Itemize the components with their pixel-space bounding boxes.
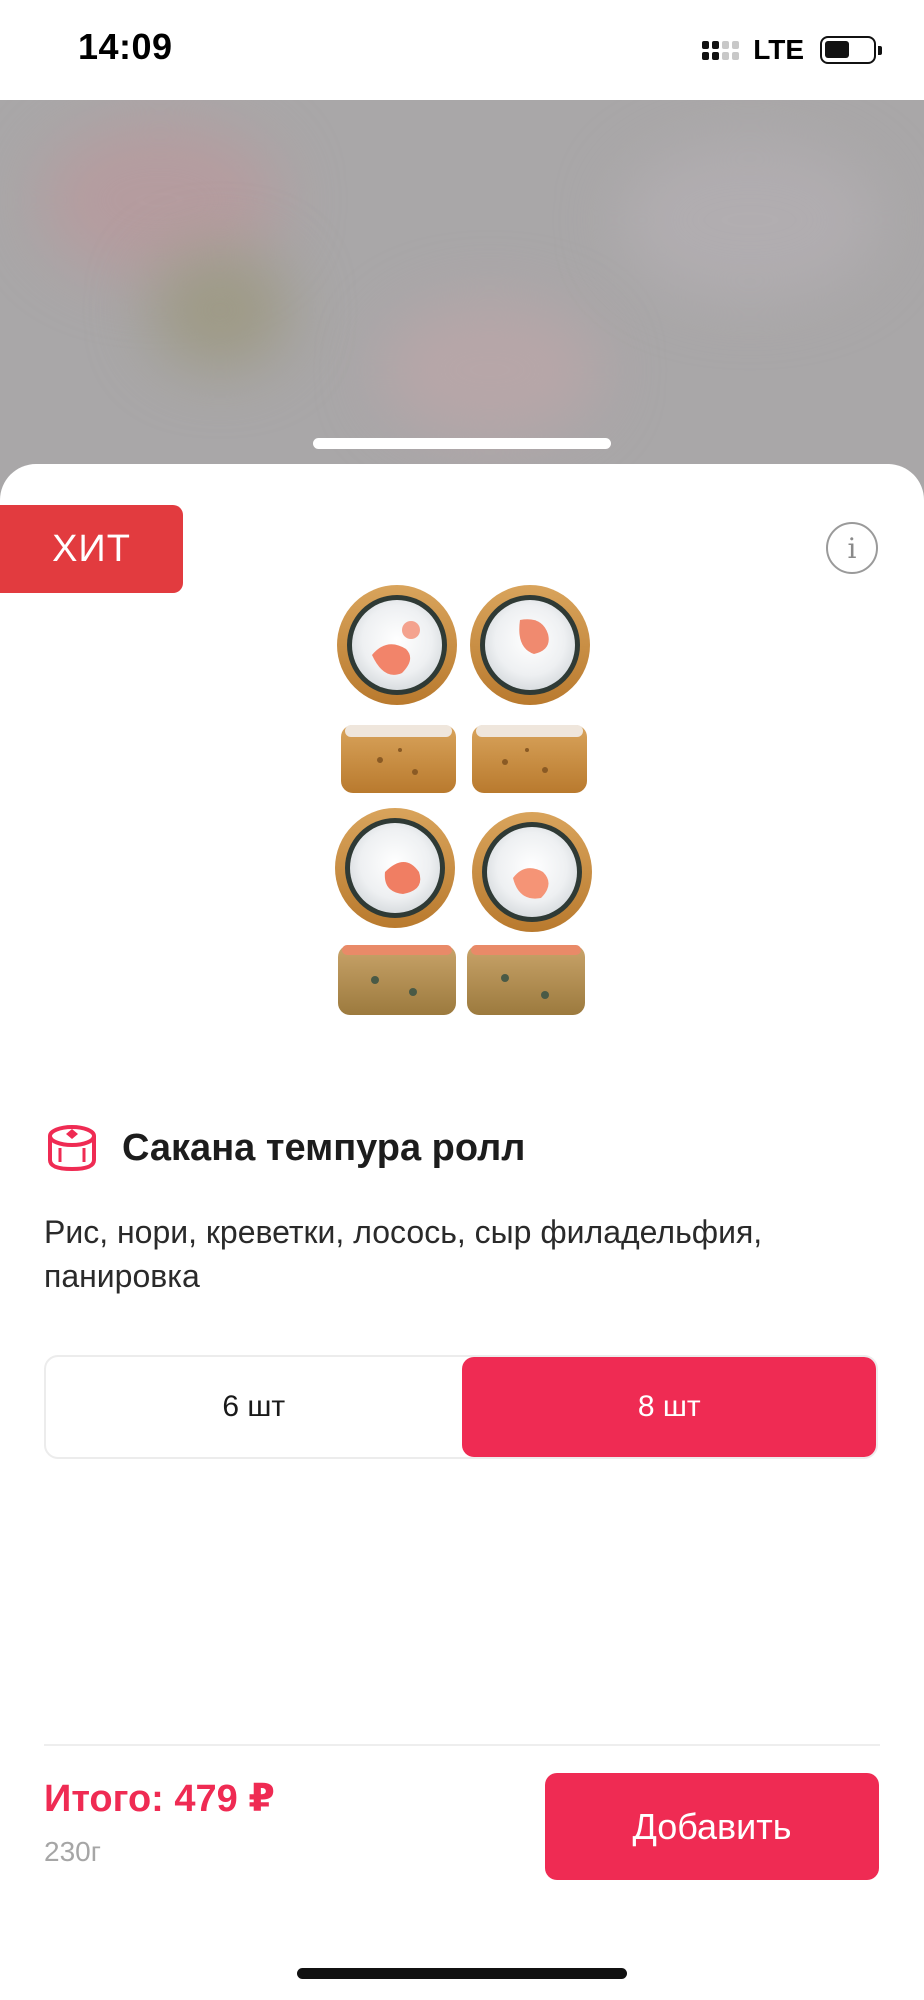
roll-piece-1 <box>337 585 457 705</box>
sheet-grabber[interactable] <box>313 438 611 449</box>
signal-icon <box>702 40 740 60</box>
status-indicators: LTE <box>702 34 882 66</box>
roll-piece-8 <box>467 945 585 1015</box>
roll-piece-2 <box>470 585 590 705</box>
roll-piece-7 <box>338 945 456 1015</box>
status-bar: 14:09 LTE <box>0 0 924 100</box>
product-title: Сакана темпура ролл <box>122 1126 526 1169</box>
info-icon[interactable]: i <box>826 522 878 574</box>
home-indicator[interactable] <box>297 1968 627 1979</box>
product-weight: 230г <box>44 1836 101 1867</box>
product-description: Рис, нори, креветки, лосось, сыр филадел… <box>44 1214 763 1294</box>
roll-piece-6 <box>472 812 592 932</box>
total-price: Итого: 479 ₽ <box>44 1778 275 1820</box>
footer-divider <box>44 1744 880 1746</box>
roll-piece-5 <box>335 808 455 928</box>
product-image <box>335 585 592 1015</box>
network-label: LTE <box>753 34 804 65</box>
roll-icon <box>48 1125 96 1172</box>
battery-icon <box>820 36 882 64</box>
hit-badge: ХИТ <box>0 505 183 593</box>
status-time: 14:09 <box>78 26 173 67</box>
size-selector: 6 шт 8 шт <box>44 1355 878 1459</box>
add-button[interactable]: Добавить <box>545 1773 879 1880</box>
roll-piece-3 <box>341 725 456 793</box>
roll-piece-4 <box>472 725 587 793</box>
size-option-8[interactable]: 8 шт <box>461 1357 876 1457</box>
size-option-6[interactable]: 6 шт <box>46 1357 462 1457</box>
product-title-row: Сакана темпура ролл <box>44 1120 525 1176</box>
